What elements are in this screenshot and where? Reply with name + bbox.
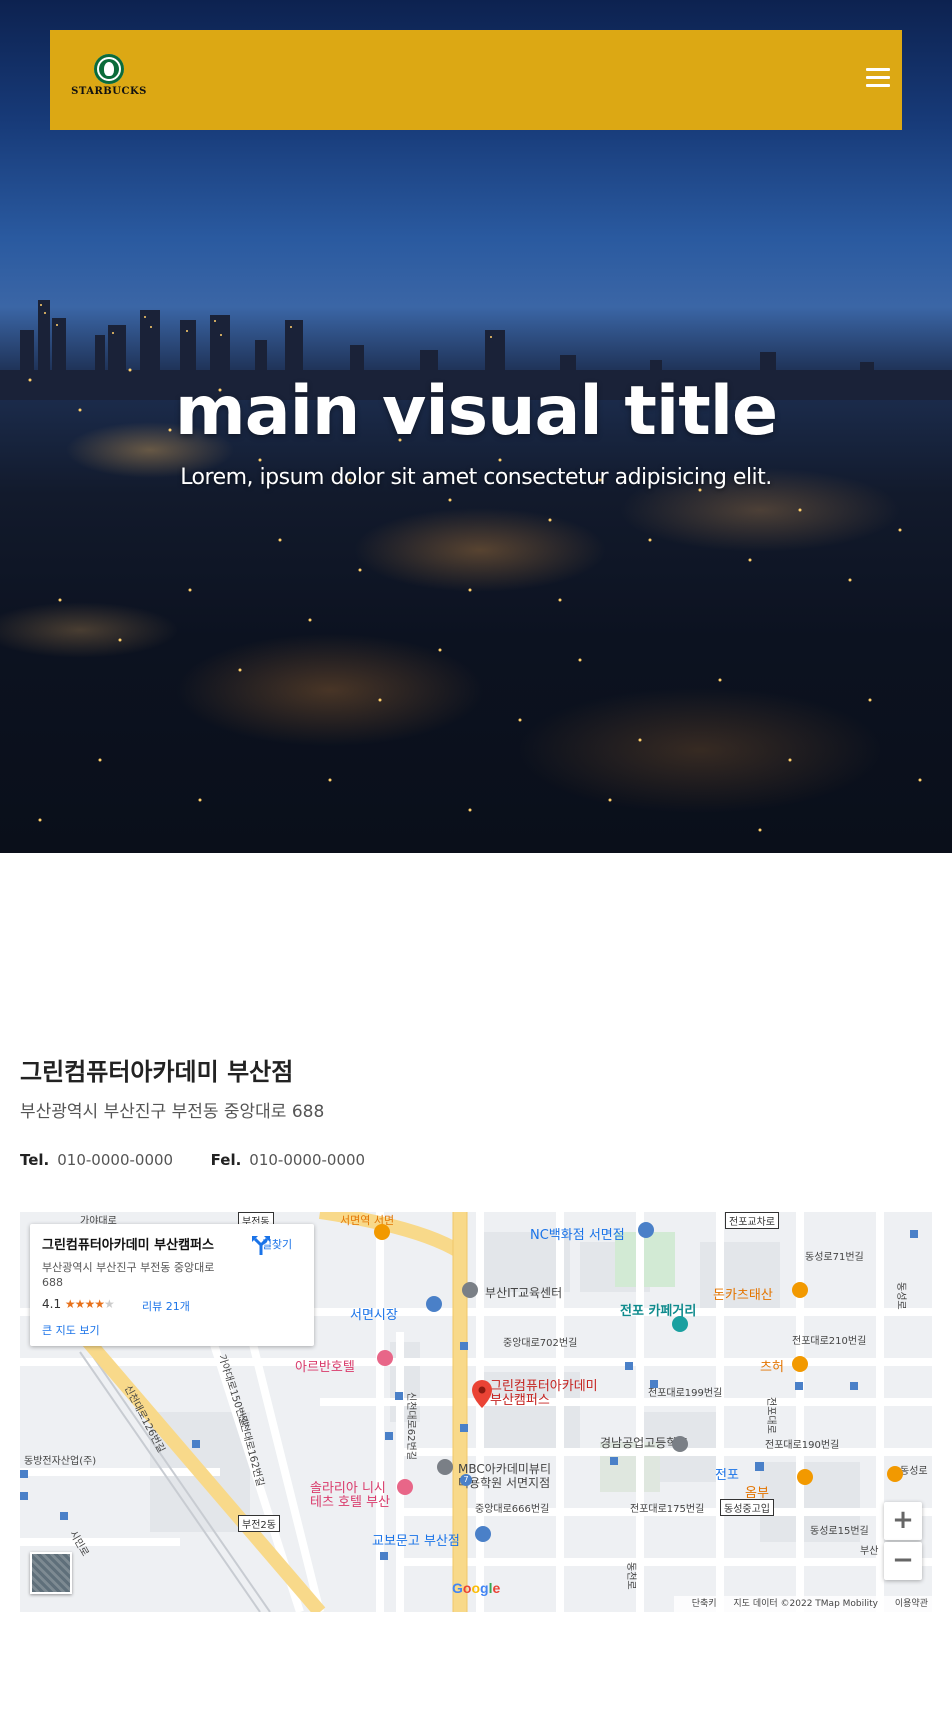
menu-bar <box>866 84 890 87</box>
directions-button[interactable]: 길찾기 <box>250 1234 304 1255</box>
map-marker-label-line1: 그린컴퓨터아카데미 <box>490 1379 598 1394</box>
rating-value: 4.1 <box>42 1297 62 1311</box>
map-label-solaria-line1: 솔라리아 니시 <box>310 1481 386 1496</box>
reviews-link[interactable]: 리뷰 21개 <box>142 1298 190 1314</box>
menu-bar <box>866 76 890 79</box>
map-data-credit: 지도 데이터 ©2022 TMap Mobility <box>733 1599 878 1609</box>
rating-star-empty-icon: ★ <box>103 1297 115 1311</box>
map-label-sinchun62: 신천대로62번길 <box>405 1392 416 1460</box>
store-name: 그린컴퓨터아카데미 부산점 <box>20 1058 294 1086</box>
map-label-edu-center[interactable]: 부산IT교육센터 <box>485 1284 562 1301</box>
map-label-donkatsu[interactable]: 돈카츠태산 <box>713 1284 773 1303</box>
map-attribution: 단축키 지도 데이터 ©2022 TMap Mobility 이용약관 <box>673 1596 932 1612</box>
directions-icon <box>252 1236 270 1255</box>
site-header: STARBUCKS <box>50 30 902 130</box>
map-label-busan-industry[interactable]: 동방전자산업(주) <box>24 1452 96 1467</box>
map-label-bujeon2: 부전2동 <box>238 1515 280 1532</box>
fel-label: Fel. <box>210 1151 242 1169</box>
map-marker-label[interactable]: 그린컴퓨터아카데미 부산캠퍼스 <box>490 1380 598 1408</box>
menu-bar <box>866 68 890 71</box>
place-address: 부산광역시 부산진구 부전동 중앙대로 688 <box>42 1261 215 1289</box>
map-label-dongcheonro: 동천로 <box>625 1562 636 1590</box>
hero-subtitle: Lorem, ipsum dolor sit amet consectetur … <box>180 465 772 490</box>
place-info-card: 그린컴퓨터아카데미 부산캠퍼스 부산광역시 부산진구 부전동 중앙대로 688 … <box>30 1224 314 1346</box>
satellite-toggle-thumbnail[interactable] <box>30 1552 72 1594</box>
map-label-solaria[interactable]: 솔라리아 니시 테츠 호텔 부산 <box>310 1482 390 1510</box>
map-label-mbc-line2: 미용학원 서면지점 <box>458 1476 551 1490</box>
rating-stars-icon: ★★★★ <box>64 1297 105 1311</box>
map-label-jeonpo190: 전포대로190번길 <box>765 1440 840 1451</box>
map-label-solaria-line2: 테츠 호텔 부산 <box>310 1495 391 1510</box>
map-label-jeonpo-station[interactable]: 전포 <box>715 1464 739 1483</box>
google-logo: Google <box>452 1580 501 1596</box>
map-label-dongseongro: 동성로 <box>895 1282 906 1310</box>
map-label-seomyeon-market[interactable]: 서면시장 <box>350 1304 398 1323</box>
map-label-jeonpo210: 전포대로210번길 <box>792 1336 867 1347</box>
map-route-badge: 7 <box>460 1474 472 1486</box>
fel-value: 010-0000-0000 <box>249 1151 366 1169</box>
map-label-jungang666: 중앙대로666번길 <box>475 1504 550 1515</box>
map-label-jeonpo-cross: 전포교차로 <box>725 1212 779 1229</box>
map-label-jeonpo199: 전포대로199번길 <box>648 1388 723 1399</box>
map-label-jeonpodae: 전포대로 <box>765 1397 776 1434</box>
siren-logo-icon <box>94 54 124 84</box>
map-label-gyeongnam-school[interactable]: 경남공업고등학교 <box>600 1434 688 1451</box>
starbucks-logo[interactable]: STARBUCKS <box>64 54 154 106</box>
map-label-kyobo[interactable]: 교보문고 부산점 <box>372 1530 460 1549</box>
hero-section: STARBUCKS main visual title Lorem, ipsum… <box>0 0 952 853</box>
store-contact: Tel. 010-0000-0000 Fel. 010-0000-0000 <box>20 1151 365 1169</box>
terms-link[interactable]: 이용약관 <box>895 1599 928 1609</box>
zoom-in-button[interactable]: + <box>884 1502 922 1540</box>
keyboard-shortcuts-link[interactable]: 단축키 <box>692 1599 717 1609</box>
map-label-busan: 부산 <box>860 1546 879 1557</box>
map-label-dongseong-middle: 동성중고입 <box>720 1499 774 1516</box>
map-label-mbc[interactable]: MBC아카데미뷰티 미용학원 서면지점 <box>458 1462 551 1490</box>
hamburger-menu-button[interactable] <box>866 68 890 90</box>
map-label-seomyeon-top: 서면역 서면 <box>340 1214 395 1227</box>
map-label-dongseong71: 동성로71번길 <box>805 1252 864 1263</box>
google-map[interactable]: NC백화점 서면점 부산IT교육센터 서면시장 전포 카페거리 돈카츠태산 중앙… <box>20 1212 932 1612</box>
map-label-jungang702: 중앙대로702번길 <box>503 1338 578 1349</box>
map-label-jeonpo175: 전포대로175번길 <box>630 1504 705 1515</box>
store-address: 부산광역시 부산진구 부전동 중앙대로 688 <box>20 1102 325 1122</box>
map-label-dongseong15: 동성로15번길 <box>810 1526 869 1537</box>
place-name: 그린컴퓨터아카데미 부산캠퍼스 <box>42 1238 214 1253</box>
map-label-nc-dept[interactable]: NC백화점 서면점 <box>530 1224 625 1243</box>
brand-wordmark: STARBUCKS <box>71 86 147 97</box>
hero-title: main visual title <box>174 372 778 451</box>
tel-label: Tel. <box>20 1151 50 1169</box>
place-rating: 4.1 ★★★★★ <box>42 1297 115 1311</box>
map-label-dongseongro-right: 동성로 <box>900 1466 928 1477</box>
zoom-out-button[interactable]: − <box>884 1542 922 1580</box>
larger-map-link[interactable]: 큰 지도 보기 <box>42 1322 100 1338</box>
map-label-chuheo[interactable]: 츠허 <box>760 1356 784 1375</box>
map-label-areban[interactable]: 아르반호텔 <box>295 1356 355 1375</box>
tel-value: 010-0000-0000 <box>57 1151 174 1169</box>
map-label-cafe-street[interactable]: 전포 카페거리 <box>620 1300 696 1319</box>
map-label-mbc-line1: MBC아카데미뷰티 <box>458 1462 551 1476</box>
map-marker-label-line2: 부산캠퍼스 <box>490 1393 550 1408</box>
